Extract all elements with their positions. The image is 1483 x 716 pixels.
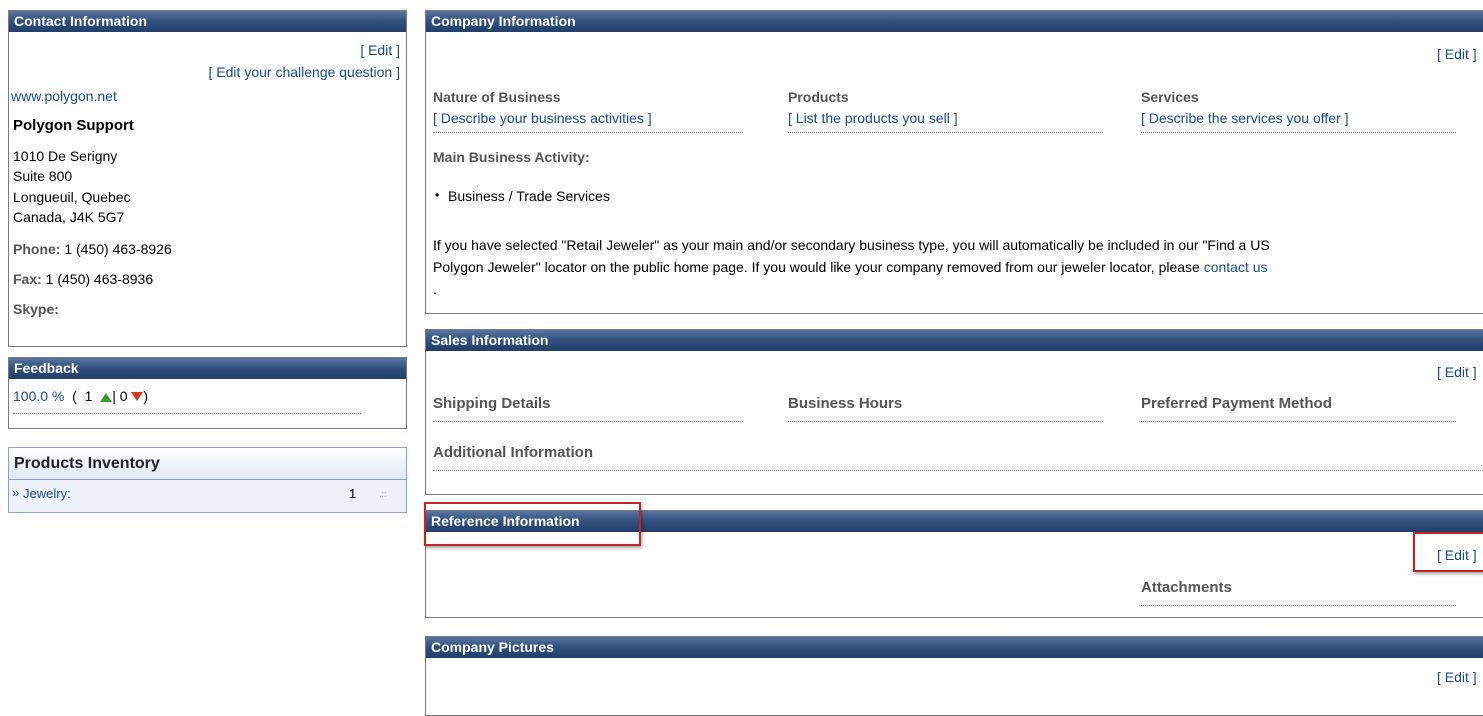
company-information-header: Company Information <box>426 11 1483 32</box>
describe-business-link[interactable]: [ Describe your business activities ] <box>433 110 652 126</box>
attachments-divider <box>1141 605 1456 606</box>
describe-services-link[interactable]: [ Describe the services you offer ] <box>1141 110 1349 126</box>
contact-us-link[interactable]: contact us <box>1204 259 1268 275</box>
address-line-4: Canada, J4K 5G7 <box>13 209 125 225</box>
contact-information-header: Contact Information <box>9 11 406 32</box>
contact-name: Polygon Support <box>13 117 134 134</box>
inventory-item-marker: » <box>12 485 20 500</box>
address-line-3: Longueuil, Quebec <box>13 189 131 205</box>
sales-information-header: Sales Information <box>426 330 1483 351</box>
inventory-item-jewelry[interactable]: » Jewelry: 1 .:: <box>9 480 406 512</box>
fax-row: Fax: 1 (450) 463-8936 <box>13 271 153 287</box>
shipping-details-label: Shipping Details <box>433 395 551 412</box>
jeweler-notice-end: . <box>433 281 437 297</box>
services-divider <box>1141 132 1456 133</box>
nature-divider <box>433 132 743 133</box>
main-business-activity-value: Business / Trade Services <box>448 188 610 204</box>
business-hours-label: Business Hours <box>788 395 903 412</box>
jeweler-notice-line-2: Polygon Jeweler" locator on the public h… <box>433 259 1200 275</box>
fax-value: 1 (450) 463-8936 <box>41 271 154 287</box>
shipping-divider <box>433 421 743 422</box>
feedback-divider <box>13 413 361 414</box>
payment-divider <box>1141 421 1456 422</box>
jeweler-notice-line-2-row: Polygon Jeweler" locator on the public h… <box>433 259 1268 275</box>
address-line-2: Suite 800 <box>13 168 73 184</box>
phone-row: Phone: 1 (450) 463-8926 <box>13 241 172 257</box>
products-divider <box>788 132 1103 133</box>
products-inventory-header: Products Inventory <box>9 448 406 480</box>
feedback-percent[interactable]: 100.0 % <box>13 388 64 404</box>
reference-edit-highlight <box>1413 532 1483 572</box>
feedback-close-paren: ) <box>143 388 149 404</box>
contact-edit-link[interactable]: [ Edit ] <box>360 42 400 58</box>
company-pictures-header: Company Pictures <box>426 637 1483 658</box>
jeweler-notice-line-1: If you have selected "Retail Jeweler" as… <box>433 237 1270 253</box>
business-hours-divider <box>788 421 1103 422</box>
nature-of-business-label: Nature of Business <box>433 89 561 105</box>
skype-label: Skype: <box>13 301 59 317</box>
list-products-link[interactable]: [ List the products you sell ] <box>788 110 958 126</box>
reference-title-highlight <box>424 502 641 546</box>
feedback-separator: | <box>112 388 116 404</box>
company-pictures-panel: Company Pictures [ Edit ] <box>425 636 1483 716</box>
phone-value: 1 (450) 463-8926 <box>60 241 172 257</box>
fax-label: Fax: <box>13 271 42 287</box>
products-inventory-panel: Products Inventory » Jewelry: 1 .:: <box>8 447 407 513</box>
phone-label: Phone: <box>13 241 61 257</box>
additional-divider <box>433 470 1483 471</box>
pictures-edit-link[interactable]: [ Edit ] <box>1437 669 1477 685</box>
sales-information-panel: Sales Information [ Edit ] Shipping Deta… <box>425 329 1483 495</box>
inventory-item-count: 1 <box>349 486 357 501</box>
contact-information-panel: Contact Information [ Edit ] [ Edit your… <box>8 10 407 347</box>
website-link[interactable]: www.polygon.net <box>11 88 117 104</box>
sales-edit-link[interactable]: [ Edit ] <box>1437 364 1477 380</box>
main-business-activity-label: Main Business Activity: <box>433 149 590 165</box>
main-activity-bullet-icon: • <box>435 188 440 202</box>
company-information-panel: Company Information [ Edit ] Nature of B… <box>425 10 1483 314</box>
resize-grip-icon: .:: <box>379 489 387 499</box>
inventory-item-label[interactable]: Jewelry: <box>23 486 71 501</box>
feedback-summary: 100.0 % ( 1 | 0 ) <box>13 388 148 404</box>
feedback-panel: Feedback 100.0 % ( 1 | 0 ) <box>8 357 407 429</box>
feedback-header: Feedback <box>9 358 406 379</box>
edit-challenge-question-link[interactable]: [ Edit your challenge question ] <box>209 64 400 80</box>
attachments-label: Attachments <box>1141 579 1232 596</box>
services-label: Services <box>1141 89 1199 105</box>
negative-arrow-icon <box>131 392 144 401</box>
feedback-open-paren: ( <box>72 388 77 404</box>
products-label: Products <box>788 89 849 105</box>
positive-arrow-icon <box>100 393 113 402</box>
additional-information-label: Additional Information <box>433 444 593 461</box>
preferred-payment-method-label: Preferred Payment Method <box>1141 395 1332 412</box>
positive-count: 1 <box>84 388 93 404</box>
company-edit-link[interactable]: [ Edit ] <box>1437 46 1477 62</box>
address-line-1: 1010 De Serigny <box>13 148 118 164</box>
negative-count: 0 <box>119 388 128 404</box>
